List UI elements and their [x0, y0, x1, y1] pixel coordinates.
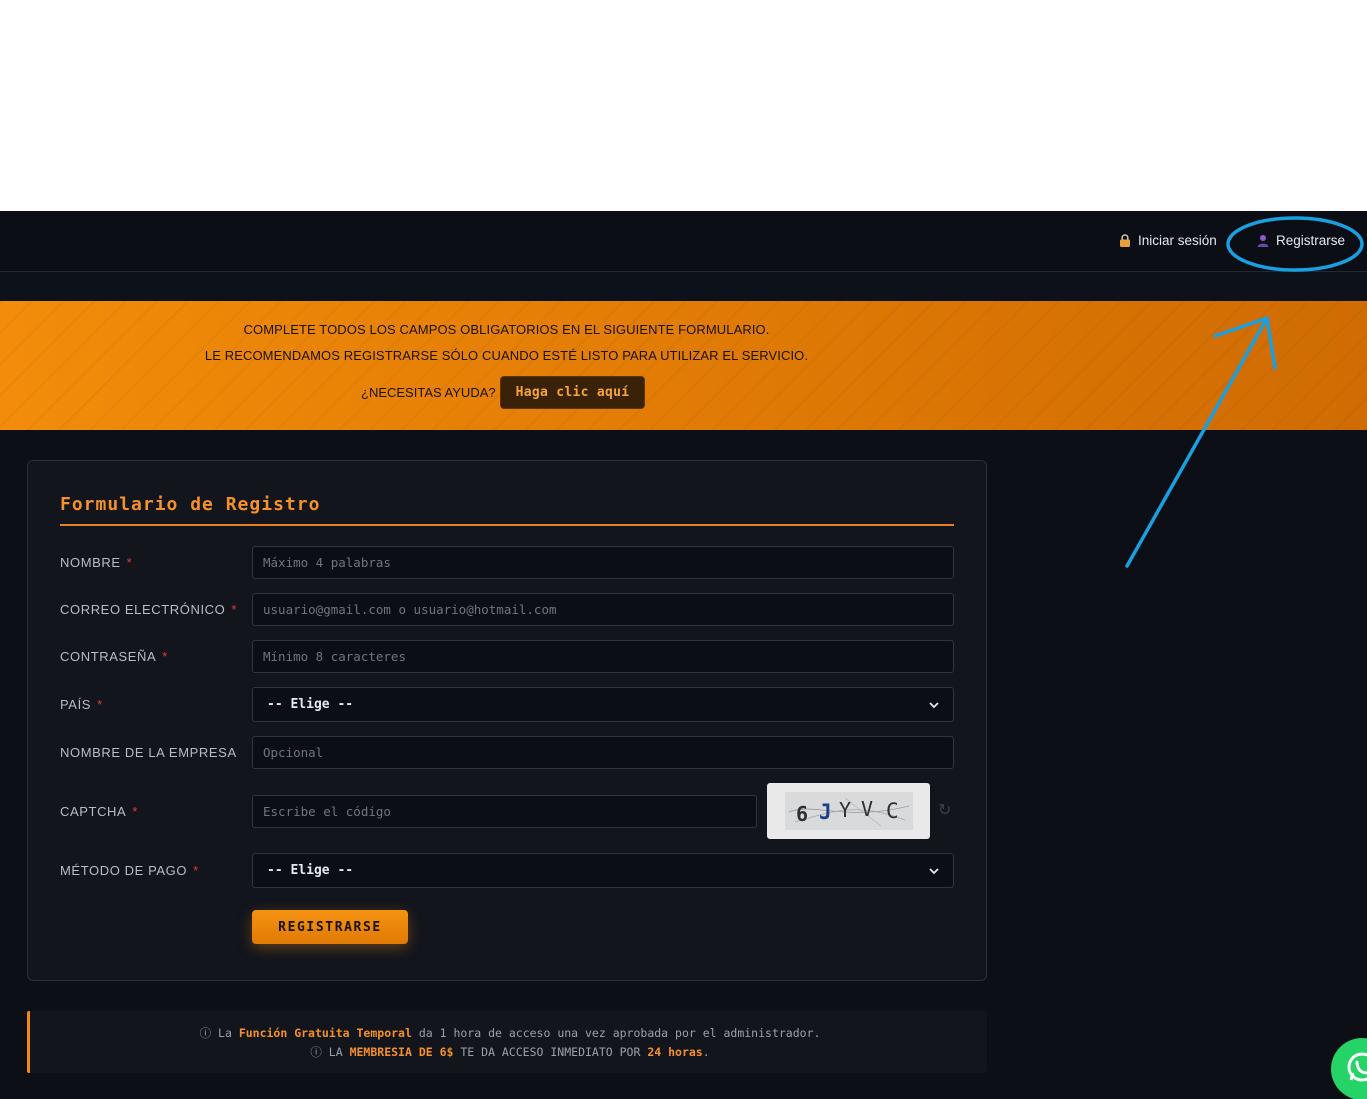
country-select[interactable]: -- Elige -- [252, 687, 954, 722]
required-mark: * [126, 555, 133, 570]
company-input[interactable] [252, 736, 954, 769]
captcha-label: CAPTCHA * [60, 804, 138, 819]
login-link[interactable]: Iniciar sesión [1118, 233, 1217, 248]
register-submit-button[interactable]: REGISTRARSE [252, 910, 408, 944]
registration-page: Iniciar sesión Registrarse COMPLETE TODO… [0, 211, 1367, 1099]
help-button[interactable]: Haga clic aquí [499, 376, 646, 409]
captcha-char: 6 [796, 802, 808, 826]
captcha-char: J [819, 800, 832, 824]
blank-area [0, 0, 1367, 211]
info-banner: COMPLETE TODOS LOS CAMPOS OBLIGATORIOS E… [0, 301, 1367, 430]
email-label: CORREO ELECTRÓNICO * [60, 602, 238, 617]
register-link[interactable]: Registrarse [1256, 233, 1345, 248]
register-label: Registrarse [1276, 233, 1346, 248]
required-mark: * [162, 649, 168, 664]
name-input[interactable] [252, 546, 954, 579]
membership-highlight: MEMBRESIA DE 6$ [349, 1045, 454, 1059]
help-text: ¿NECESITAS AYUDA? [361, 385, 496, 400]
free-feature-highlight: Función Gratuita Temporal [238, 1026, 412, 1040]
captcha-char: Y [839, 798, 851, 822]
captcha-image: 6 J Y V C [767, 783, 930, 839]
title-divider [60, 524, 954, 526]
captcha-char: C [886, 799, 899, 823]
email-input[interactable] [252, 593, 954, 626]
refresh-icon[interactable]: ↻ [938, 800, 951, 820]
info-icon: ⓘ [310, 1045, 322, 1059]
help-row: ¿NECESITAS AYUDA? Haga clic aquí [361, 376, 646, 409]
chevron-down-icon [929, 866, 939, 876]
country-selected-value: -- Elige -- [267, 697, 354, 712]
country-label: PAÍS * [60, 697, 103, 712]
lock-icon [1118, 234, 1132, 248]
hours-highlight: 24 horas [647, 1045, 703, 1059]
banner-line-2: LE RECOMENDAMOS REGISTRARSE SÓLO CUANDO … [204, 348, 809, 363]
company-label: NOMBRE DE LA EMPRESA [60, 745, 237, 760]
info-notice: ⓘ La Función Gratuita Temporal da 1 hora… [27, 1011, 987, 1073]
required-mark: * [231, 602, 238, 617]
required-mark: * [193, 863, 199, 878]
user-icon [1256, 234, 1270, 248]
whatsapp-icon [1344, 1049, 1367, 1090]
notice-line-2: ⓘ LA MEMBRESIA DE 6$ TE DA ACCESO INMEDI… [310, 1045, 710, 1059]
sub-bar [0, 273, 1367, 301]
banner-line-1: COMPLETE TODOS LOS CAMPOS OBLIGATORIOS E… [243, 322, 770, 337]
whatsapp-button[interactable] [1331, 1038, 1367, 1099]
payment-label: MÉTODO DE PAGO * [60, 863, 199, 878]
notice-line-1: ⓘ La Función Gratuita Temporal da 1 hora… [199, 1026, 821, 1040]
password-input[interactable] [252, 640, 954, 673]
chevron-down-icon [929, 700, 939, 710]
payment-method-select[interactable]: -- Elige -- [252, 853, 954, 888]
name-label: NOMBRE * [60, 555, 133, 570]
required-mark: * [132, 804, 138, 819]
info-icon: ⓘ [199, 1026, 212, 1040]
login-label: Iniciar sesión [1138, 233, 1217, 248]
registration-form-card: Formulario de Registro NOMBRE* CORREO EL… [27, 460, 987, 981]
payment-selected-value: -- Elige -- [267, 863, 354, 878]
captcha-char: V [861, 797, 873, 821]
password-label: CONTRASEÑA * [60, 649, 168, 664]
form-title: Formulario de Registro [60, 494, 321, 515]
top-navbar: Iniciar sesión Registrarse [0, 211, 1367, 272]
captcha-input[interactable] [252, 795, 757, 828]
required-mark: * [97, 697, 103, 712]
